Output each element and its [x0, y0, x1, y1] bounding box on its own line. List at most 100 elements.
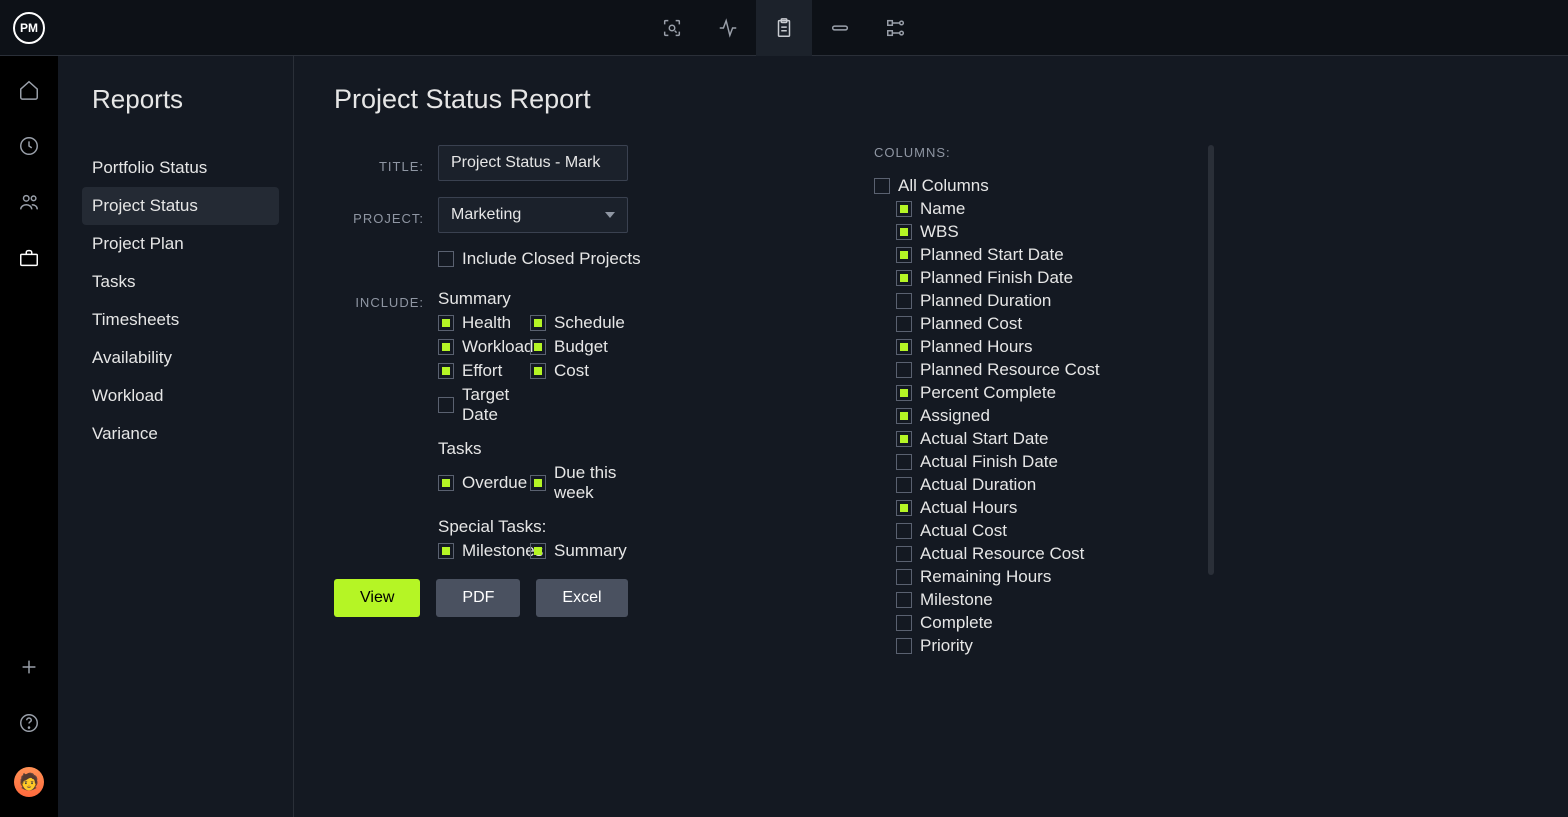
checkbox-row[interactable]: Actual Duration — [896, 475, 1182, 495]
pdf-button[interactable]: PDF — [436, 579, 520, 617]
excel-button[interactable]: Excel — [536, 579, 627, 617]
checkbox-row[interactable]: Planned Start Date — [896, 245, 1182, 265]
checkbox-row[interactable]: Due this week — [530, 463, 622, 503]
sidebar-item[interactable]: Project Status — [82, 187, 279, 225]
checkbox-label: Actual Cost — [920, 521, 1007, 541]
checkbox-row[interactable]: Complete — [896, 613, 1182, 633]
sidebar-item[interactable]: Timesheets — [82, 301, 279, 339]
checkbox-row[interactable]: Assigned — [896, 406, 1182, 426]
checkbox-icon — [896, 339, 912, 355]
checkbox-row[interactable]: Workload — [438, 337, 530, 357]
scrollbar[interactable] — [1208, 145, 1214, 575]
sidebar-item[interactable]: Availability — [82, 339, 279, 377]
checkbox-row[interactable]: Planned Finish Date — [896, 268, 1182, 288]
checkbox-icon — [438, 397, 454, 413]
scan-icon — [661, 17, 683, 39]
include-closed-checkbox[interactable]: Include Closed Projects — [438, 249, 641, 269]
checkbox-row[interactable]: Overdue — [438, 463, 530, 503]
checkbox-icon — [896, 454, 912, 470]
checkbox-label: Planned Hours — [920, 337, 1032, 357]
logo-circle: PM — [13, 12, 45, 44]
all-columns-label: All Columns — [898, 176, 989, 196]
checkbox-label: Health — [462, 313, 511, 333]
sidebar-item[interactable]: Workload — [82, 377, 279, 415]
checkbox-label: Actual Resource Cost — [920, 544, 1084, 564]
rail-home[interactable] — [17, 78, 41, 102]
checkbox-icon — [896, 316, 912, 332]
checkbox-row[interactable]: Actual Start Date — [896, 429, 1182, 449]
checkbox-label: Actual Finish Date — [920, 452, 1058, 472]
checkbox-icon — [896, 385, 912, 401]
view-button[interactable]: View — [334, 579, 420, 617]
rail-team[interactable] — [17, 190, 41, 214]
checkbox-row[interactable]: Budget — [530, 337, 622, 357]
checkbox-label: Name — [920, 199, 965, 219]
nav-rail: 🧑 — [0, 56, 58, 817]
rail-recent[interactable] — [17, 134, 41, 158]
sidebar-item[interactable]: Project Plan — [82, 225, 279, 263]
checkbox-icon — [896, 523, 912, 539]
checkbox-row[interactable]: Planned Cost — [896, 314, 1182, 334]
checkbox-icon — [896, 408, 912, 424]
plus-icon — [18, 656, 40, 678]
columns-label: COLUMNS: — [874, 145, 1194, 160]
checkbox-row[interactable]: Planned Duration — [896, 291, 1182, 311]
checkbox-icon — [438, 475, 454, 491]
checkbox-row[interactable]: Summary — [530, 541, 622, 561]
checkbox-icon — [896, 569, 912, 585]
checkbox-icon — [896, 500, 912, 516]
tab-activity[interactable] — [700, 0, 756, 56]
sidebar-item[interactable]: Variance — [82, 415, 279, 453]
checkbox-icon — [896, 224, 912, 240]
checkbox-row[interactable]: Actual Cost — [896, 521, 1182, 541]
checkbox-row[interactable]: Planned Resource Cost — [896, 360, 1182, 380]
sidebar-item[interactable]: Tasks — [82, 263, 279, 301]
tab-overview[interactable] — [644, 0, 700, 56]
all-columns-checkbox[interactable]: All Columns — [874, 176, 1182, 196]
checkbox-label: Planned Finish Date — [920, 268, 1073, 288]
checkbox-row[interactable]: Priority — [896, 636, 1182, 656]
checkbox-row[interactable]: WBS — [896, 222, 1182, 242]
checkbox-label: Actual Duration — [920, 475, 1036, 495]
checkbox-row[interactable]: Schedule — [530, 313, 622, 333]
project-label: PROJECT: — [334, 205, 424, 226]
tab-reports[interactable] — [756, 0, 812, 56]
rail-help[interactable] — [17, 711, 41, 735]
include-summary-heading: Summary — [438, 289, 734, 309]
checkbox-row[interactable]: Name — [896, 199, 1182, 219]
checkbox-icon — [438, 339, 454, 355]
sidebar: Reports Portfolio StatusProject StatusPr… — [58, 56, 294, 817]
tab-flow[interactable] — [868, 0, 924, 56]
checkbox-row[interactable]: Cost — [530, 361, 622, 381]
checkbox-row[interactable]: Health — [438, 313, 530, 333]
tab-links[interactable] — [812, 0, 868, 56]
checkbox-row[interactable]: Actual Hours — [896, 498, 1182, 518]
checkbox-row[interactable]: Actual Finish Date — [896, 452, 1182, 472]
include-closed-label: Include Closed Projects — [462, 249, 641, 269]
checkbox-row[interactable]: Effort — [438, 361, 530, 381]
checkbox-row[interactable]: Actual Resource Cost — [896, 544, 1182, 564]
checkbox-row[interactable]: Planned Hours — [896, 337, 1182, 357]
rail-work[interactable] — [17, 246, 41, 270]
checkbox-row[interactable]: Milestone — [896, 590, 1182, 610]
project-select[interactable]: Marketing — [438, 197, 628, 233]
checkbox-label: Schedule — [554, 313, 625, 333]
checkbox-icon — [896, 362, 912, 378]
checkbox-row[interactable]: Percent Complete — [896, 383, 1182, 403]
checkbox-icon — [530, 315, 546, 331]
checkbox-icon — [896, 247, 912, 263]
checkbox-icon — [530, 363, 546, 379]
checkbox-label: Budget — [554, 337, 608, 357]
avatar[interactable]: 🧑 — [14, 767, 44, 797]
checkbox-icon — [438, 251, 454, 267]
title-input[interactable] — [438, 145, 628, 181]
checkbox-row[interactable]: Remaining Hours — [896, 567, 1182, 587]
rail-add[interactable] — [17, 655, 41, 679]
app-logo[interactable]: PM — [0, 12, 58, 44]
checkbox-row[interactable]: Milestones — [438, 541, 530, 561]
top-tabs — [644, 0, 924, 56]
sidebar-item[interactable]: Portfolio Status — [82, 149, 279, 187]
checkbox-label: Planned Resource Cost — [920, 360, 1100, 380]
checkbox-icon — [896, 293, 912, 309]
checkbox-row[interactable]: Target Date — [438, 385, 530, 425]
